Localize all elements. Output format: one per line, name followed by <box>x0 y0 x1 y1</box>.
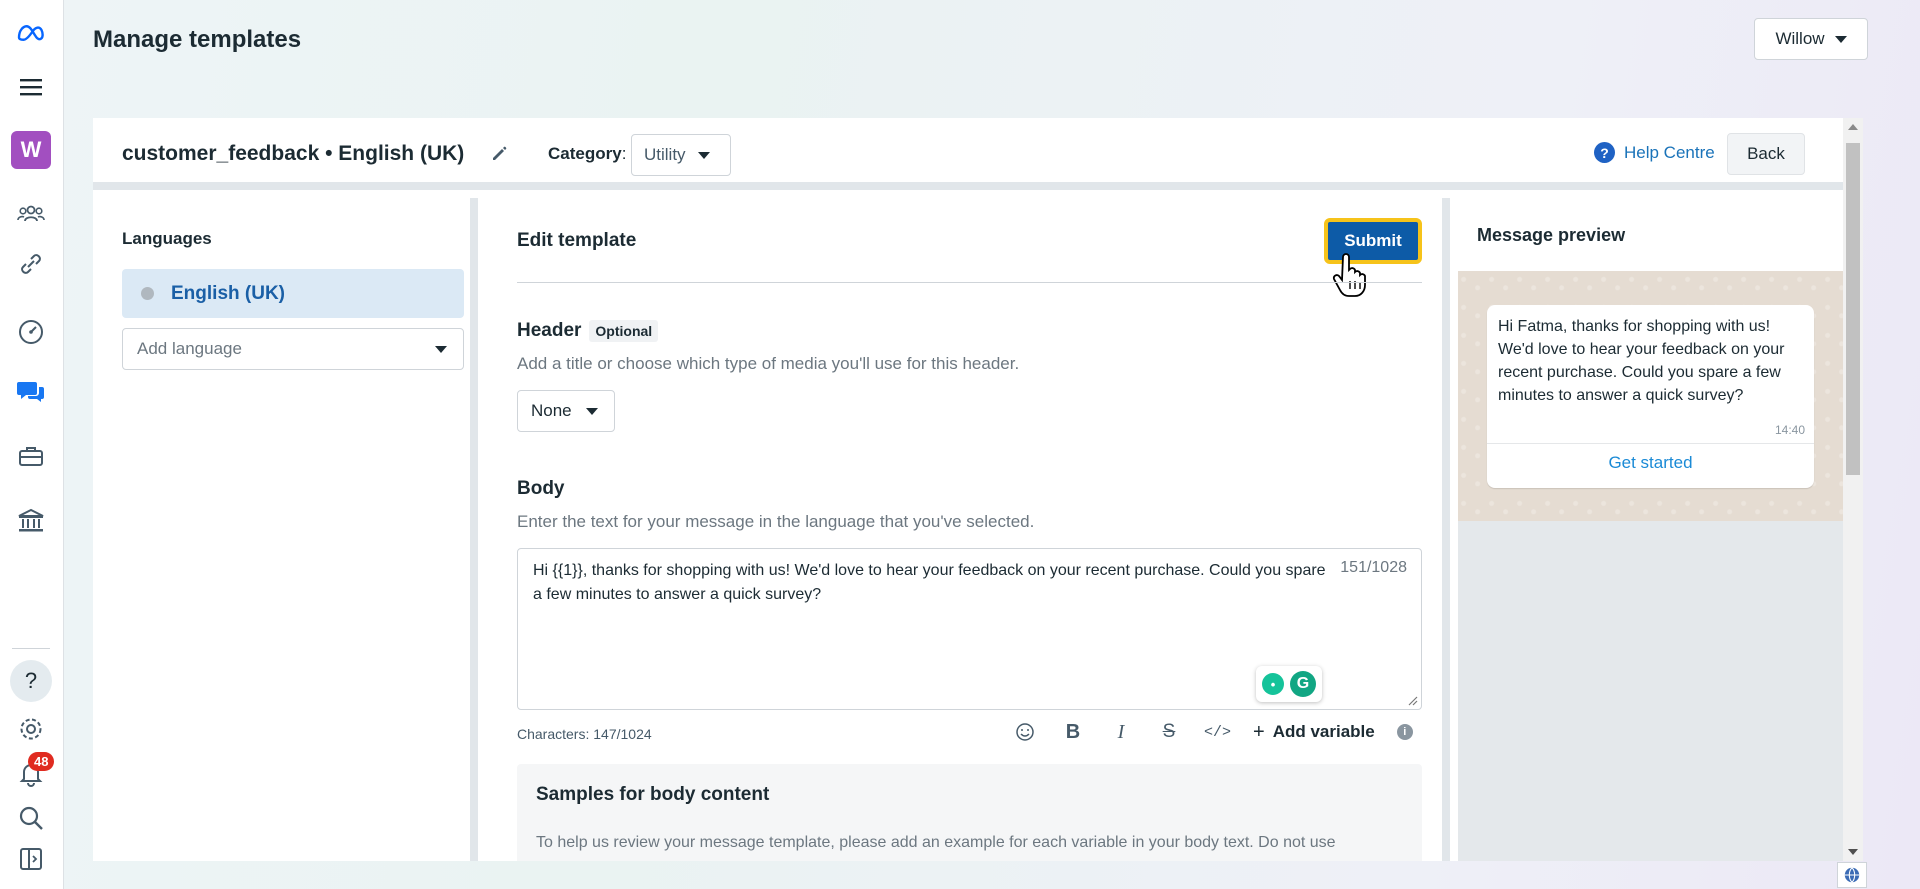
strikethrough-icon[interactable]: S <box>1156 719 1182 745</box>
emoji-icon[interactable] <box>1012 719 1038 745</box>
grammarly-widget[interactable]: • G <box>1256 666 1322 702</box>
samples-description: To help us review your message template,… <box>536 834 1336 851</box>
page-title: Manage templates <box>93 26 302 53</box>
audience-icon[interactable] <box>12 195 50 233</box>
bold-icon[interactable]: B <box>1060 719 1086 745</box>
category-value: Utility <box>644 145 686 164</box>
chat-background: Hi Fatma, thanks for shopping with us! W… <box>1458 271 1843 521</box>
bubble-divider <box>1487 443 1814 444</box>
edit-template-panel: Edit template Submit Header Optional Add … <box>488 198 1450 861</box>
header-section-title: Header Optional <box>517 319 659 342</box>
message-time: 14:40 <box>1774 423 1805 437</box>
samples-title: Samples for body content <box>536 784 770 805</box>
help-centre-link[interactable]: ? Help Centre <box>1594 142 1715 163</box>
scroll-down-arrow-icon[interactable] <box>1848 849 1858 855</box>
message-bubble: Hi Fatma, thanks for shopping with us! W… <box>1487 305 1814 488</box>
account-name: Willow <box>1775 29 1825 48</box>
add-variable-label: Add variable <box>1272 722 1375 741</box>
template-name: customer_feedback • English (UK) <box>122 142 465 165</box>
search-icon[interactable] <box>12 799 50 837</box>
left-nav-rail: W ? 48 <box>0 0 64 889</box>
globe-icon[interactable] <box>1837 862 1867 888</box>
message-preview-panel: Message preview Hi Fatma, thanks for sho… <box>1458 198 1843 861</box>
category-select[interactable]: Utility <box>631 134 731 176</box>
question-icon: ? <box>1594 142 1615 163</box>
panel-toggle-icon[interactable] <box>12 840 50 878</box>
resize-handle-icon[interactable] <box>1406 694 1418 706</box>
institution-icon[interactable] <box>12 502 50 540</box>
menu-icon[interactable] <box>12 68 50 106</box>
meta-logo-icon[interactable] <box>12 14 50 52</box>
character-count: Characters: 147/1024 <box>517 726 652 742</box>
header-media-select[interactable]: None <box>517 390 615 432</box>
dashboard-icon[interactable] <box>12 313 50 351</box>
settings-icon[interactable] <box>12 710 50 748</box>
edit-pencil-icon[interactable] <box>489 144 509 164</box>
workspace-avatar[interactable]: W <box>11 131 51 169</box>
format-toolbar: B I S </> + Add variable i <box>1012 718 1413 746</box>
help-centre-label: Help Centre <box>1624 142 1715 162</box>
languages-panel: Languages English (UK) Add language <box>93 198 478 861</box>
plus-icon: + <box>1253 720 1265 743</box>
italic-icon[interactable]: I <box>1108 719 1134 745</box>
header-media-value: None <box>531 401 572 420</box>
edit-template-title: Edit template <box>517 230 637 251</box>
back-button[interactable]: Back <box>1727 133 1805 175</box>
optional-badge: Optional <box>589 319 659 342</box>
body-text[interactable]: Hi {{1}}, thanks for shopping with us! W… <box>533 559 1333 607</box>
notification-badge: 48 <box>28 752 55 771</box>
language-label: English (UK) <box>171 282 285 304</box>
languages-title: Languages <box>122 229 212 248</box>
body-section-title: Body <box>517 478 565 499</box>
chevron-down-icon <box>697 151 710 159</box>
preview-header: Message preview <box>1458 198 1843 271</box>
section-divider <box>517 282 1422 283</box>
code-icon[interactable]: </> <box>1204 719 1231 745</box>
category-colon: : <box>621 144 627 163</box>
template-editor-card: customer_feedback • English (UK) Categor… <box>93 118 1843 861</box>
header-title: Header <box>517 320 582 341</box>
language-item-english-uk[interactable]: English (UK) <box>122 269 464 318</box>
lightbulb-icon[interactable]: • <box>1262 673 1284 695</box>
rail-divider <box>12 648 50 649</box>
info-icon[interactable]: i <box>1396 724 1413 740</box>
chat-icon[interactable] <box>12 372 50 410</box>
scroll-up-arrow-icon[interactable] <box>1848 124 1858 130</box>
hand-cursor-icon <box>1332 253 1366 297</box>
add-language-placeholder: Add language <box>137 339 242 358</box>
scroll-thumb[interactable] <box>1846 143 1860 475</box>
preview-title: Message preview <box>1477 225 1626 245</box>
preview-message: Hi Fatma, thanks for shopping with us! W… <box>1498 318 1785 404</box>
chevron-down-icon <box>435 346 447 353</box>
help-icon[interactable]: ? <box>10 660 52 702</box>
category-label-text: Category <box>548 144 622 163</box>
status-dot-icon <box>141 287 154 300</box>
category-label: Category: <box>548 144 626 164</box>
chevron-down-icon <box>585 407 598 415</box>
page-scrollbar[interactable] <box>1843 118 1863 861</box>
template-toolbar: customer_feedback • English (UK) Categor… <box>93 118 1843 190</box>
body-counter: 151/1028 <box>1340 559 1407 576</box>
add-language-select[interactable]: Add language <box>122 328 464 370</box>
get-started-button[interactable]: Get started <box>1487 453 1814 473</box>
header-description: Add a title or choose which type of medi… <box>517 354 1020 373</box>
samples-section: Samples for body content To help us revi… <box>517 764 1422 861</box>
briefcase-icon[interactable] <box>12 437 50 475</box>
body-textarea[interactable]: Hi {{1}}, thanks for shopping with us! W… <box>517 548 1422 710</box>
body-description: Enter the text for your message in the l… <box>517 512 1035 531</box>
grammarly-icon[interactable]: G <box>1290 671 1316 697</box>
chevron-down-icon <box>1834 35 1847 43</box>
add-variable-button[interactable]: + Add variable <box>1253 719 1375 745</box>
account-switcher[interactable]: Willow <box>1754 18 1868 60</box>
link-icon[interactable] <box>12 245 50 283</box>
